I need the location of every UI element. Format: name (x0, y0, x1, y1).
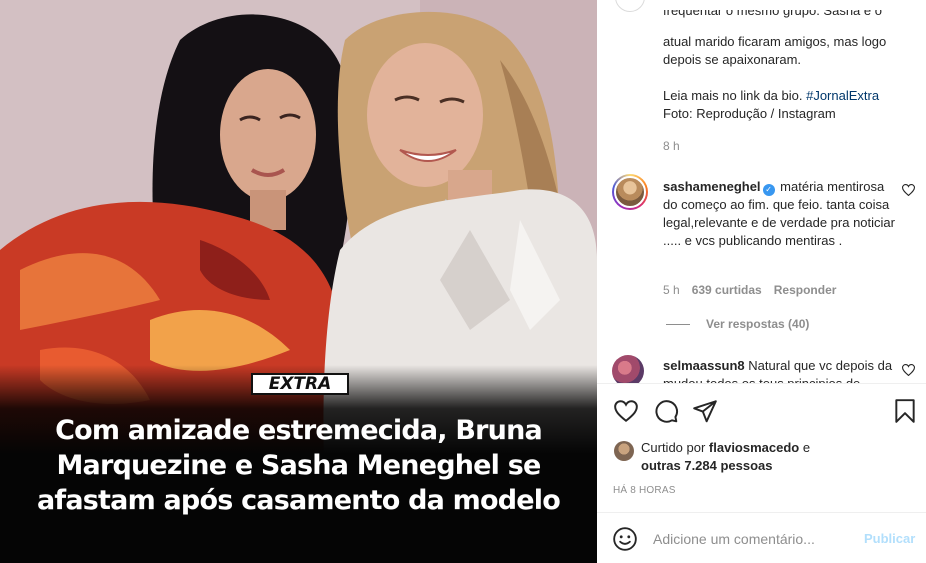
likes-others-count[interactable]: outras 7.284 pessoas (641, 458, 773, 473)
heart-icon[interactable] (613, 398, 639, 424)
comment-icon[interactable] (653, 398, 679, 424)
comment-username[interactable]: selmaassun8 (663, 358, 745, 373)
actions-divider (597, 383, 926, 384)
author-avatar[interactable] (615, 0, 645, 12)
post-caption: atual marido ficaram amigos, mas logo de… (663, 34, 909, 123)
liker-avatar[interactable] (614, 441, 634, 461)
comment-time[interactable]: 5 h (663, 283, 680, 297)
post-timestamp[interactable]: HÁ 8 HORAS (613, 485, 676, 496)
comment-like-heart-icon[interactable] (901, 364, 916, 379)
publish-button[interactable]: Publicar (864, 531, 915, 546)
share-icon[interactable] (692, 398, 718, 424)
comments-scroll-area[interactable]: frequentar o mesmo grupo. Sasha e o atua… (597, 0, 926, 383)
caption-line: Leia mais no link da bio. #JornalExtra (663, 87, 909, 105)
replies-dash (666, 323, 690, 325)
commenter-avatar[interactable] (612, 174, 648, 210)
caption-line: Foto: Reprodução / Instagram (663, 106, 836, 121)
comment-text: selmaassun8 Natural que vc depois da mud… (663, 357, 895, 383)
extra-logo: EXTRA (251, 373, 349, 395)
caption-time[interactable]: 8 h (663, 139, 680, 153)
caption-link-text: Leia mais no link da bio. (663, 88, 807, 103)
verified-badge-icon: ✓ (762, 184, 775, 196)
caption-line: depois se apaixonaram. (663, 52, 802, 67)
comment-text: sashameneghel ✓ matéria mentirosa do come… (663, 178, 895, 250)
likes-summary[interactable]: Curtido por flaviosmacedo e outras 7.284… (641, 439, 901, 475)
reply-button[interactable]: Responder (774, 283, 837, 297)
bookmark-icon[interactable] (892, 398, 918, 424)
view-replies-label: Ver respostas (40) (706, 317, 810, 331)
comment-username[interactable]: sashameneghel (663, 179, 761, 194)
likes-connector: e (799, 440, 811, 455)
post-headline: Com amizade estremecida, Bruna Marquezin… (37, 415, 561, 516)
comment-like-heart-icon[interactable] (901, 184, 916, 199)
post-sidebar: frequentar o mesmo grupo. Sasha e o atua… (597, 0, 926, 563)
post-image[interactable]: EXTRA Com amizade estremecida, Bruna Mar… (0, 0, 597, 563)
comment-bar-divider (597, 512, 926, 513)
likes-prefix: Curtido por (641, 440, 709, 455)
view-replies-button[interactable]: Ver respostas (40) (666, 317, 809, 331)
caption-line: atual marido ficaram amigos, mas logo (663, 34, 887, 49)
caption-cut-line: frequentar o mesmo grupo. Sasha e o (663, 3, 882, 18)
comment-input[interactable] (653, 529, 853, 549)
liker-username[interactable]: flaviosmacedo (709, 440, 799, 455)
likes-others[interactable]: outras 7.284 pessoas (641, 458, 773, 473)
comment-likes[interactable]: 639 curtidas (692, 283, 762, 297)
commenter-avatar[interactable] (612, 355, 644, 383)
emoji-icon[interactable] (612, 526, 638, 552)
comment-meta: 5 h 639 curtidas Responder (663, 283, 836, 297)
hashtag-link[interactable]: #JornalExtra (806, 88, 879, 103)
